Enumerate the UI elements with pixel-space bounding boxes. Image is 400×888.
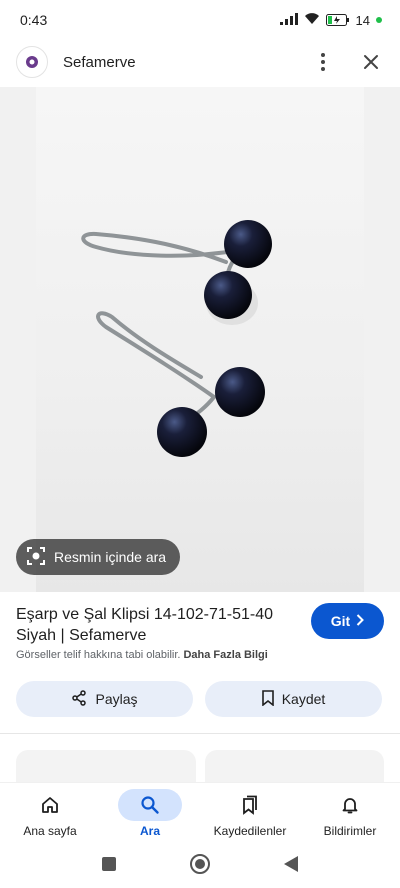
lens-icon: [26, 546, 46, 569]
bottom-navigation: Ana sayfa Ara Kaydedilenler Bildirimler: [0, 782, 400, 844]
nav-label-notifications: Bildirimler: [323, 824, 377, 838]
saved-icon: [243, 795, 257, 815]
product-photo: [36, 87, 364, 592]
share-label: Paylaş: [95, 691, 138, 707]
chevron-right-icon: [356, 613, 365, 629]
bell-icon: [342, 798, 358, 814]
share-icon: [71, 689, 87, 709]
visit-label: Git: [330, 613, 351, 629]
section-divider: [0, 733, 400, 734]
nav-item-search[interactable]: Ara: [100, 783, 200, 844]
site-logo-icon: [26, 56, 38, 68]
close-icon[interactable]: [358, 49, 384, 75]
home-circle-icon[interactable]: [189, 853, 211, 880]
share-button[interactable]: Paylaş: [16, 681, 193, 717]
site-name[interactable]: Sefamerve: [63, 54, 136, 71]
system-navigation-bar: [0, 844, 400, 888]
wifi-icon: [304, 12, 320, 28]
nav-item-home[interactable]: Ana sayfa: [0, 783, 100, 844]
status-icons: 14: [279, 12, 382, 28]
signal-icon: [279, 12, 298, 28]
home-icon: [42, 797, 58, 813]
nav-label-saved: Kaydedilenler: [213, 824, 287, 838]
search-icon: [141, 796, 159, 814]
battery-level: 14: [355, 12, 370, 28]
status-bar: 0:43 14: [0, 0, 400, 40]
nav-item-notifications[interactable]: Bildirimler: [300, 783, 400, 844]
back-triangle-icon[interactable]: [283, 855, 299, 878]
visit-button[interactable]: Git: [311, 603, 384, 639]
recent-apps-icon[interactable]: [101, 856, 117, 877]
save-button[interactable]: Kaydet: [205, 681, 382, 717]
site-logo[interactable]: [16, 46, 48, 78]
source-header: Sefamerve: [0, 40, 400, 84]
charging-dot-icon: [376, 17, 382, 23]
more-options-icon[interactable]: [310, 49, 336, 75]
battery-icon: [325, 14, 350, 26]
nav-label-home: Ana sayfa: [23, 824, 77, 838]
search-in-image-label: Resmin içinde ara: [54, 549, 167, 565]
result-title[interactable]: Eşarp ve Şal Klipsi 14-102-71-51-40 Siya…: [16, 604, 298, 646]
save-label: Kaydet: [281, 691, 326, 707]
search-in-image-button[interactable]: Resmin içinde ara: [16, 539, 181, 575]
image-viewer[interactable]: [0, 87, 400, 592]
nav-label-search: Ara: [139, 824, 160, 838]
copyright-text: Görseller telif hakkına tabi olabilir.: [16, 649, 181, 661]
copyright-notice: Görseller telif hakkına tabi olabilir. Da…: [16, 649, 268, 661]
nav-item-saved[interactable]: Kaydedilenler: [200, 783, 300, 844]
bookmark-icon: [261, 689, 274, 709]
status-time: 0:43: [20, 12, 48, 28]
more-info-link[interactable]: Daha Fazla Bilgi: [183, 649, 267, 661]
